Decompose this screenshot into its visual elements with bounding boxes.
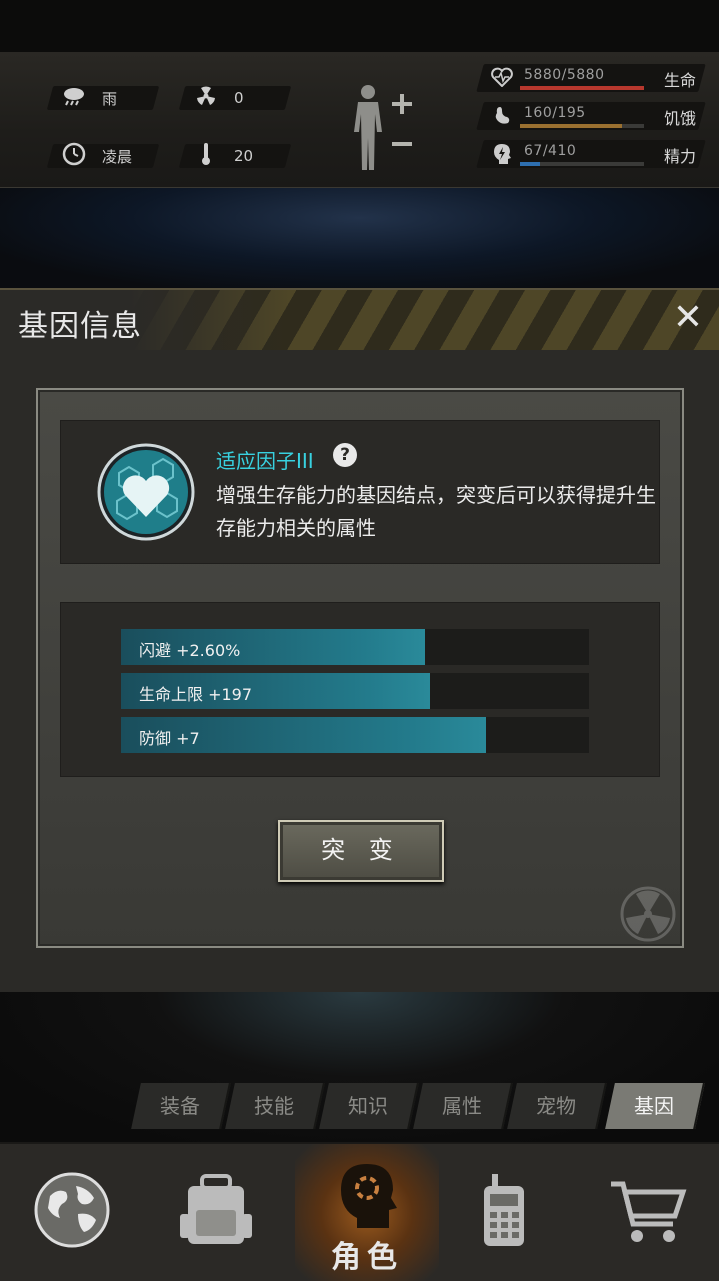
gene-info-dialog: 基因信息 ✕ 适应因子III ? 增强生存能力的基因结点，突变后可以获得提升生存… [0, 288, 719, 993]
hunger-value: 160/195 [524, 105, 586, 121]
tab-label: 属性 [442, 1094, 482, 1118]
attribute-label: 生命上限 +197 [139, 685, 253, 704]
bottom-nav: 角色 [0, 1142, 719, 1281]
tab-skills[interactable]: 技能 [225, 1083, 325, 1129]
scene-background [0, 188, 719, 288]
radiation-icon [192, 85, 220, 112]
dialog-header: 基因信息 ✕ [0, 290, 719, 350]
energy-label: 精力 [663, 147, 696, 166]
walkie-talkie-icon [464, 1170, 544, 1250]
attribute-bar-max-hp: 生命上限 +197 [121, 673, 589, 709]
attribute-bar-dodge: 闪避 +2.60% [121, 629, 589, 665]
mutate-button[interactable]: 突 变 [278, 820, 444, 882]
temperature-chip: 20 [178, 142, 292, 171]
energy-head-icon [490, 143, 514, 165]
nav-shop[interactable] [575, 1144, 719, 1281]
tab-label: 技能 [254, 1094, 294, 1118]
thermometer-icon [192, 142, 220, 171]
stat-energy: 67/410 精力 [476, 140, 706, 168]
tab-knowledge[interactable]: 知识 [319, 1083, 419, 1129]
dialog-title: 基因信息 [18, 309, 142, 344]
tab-equipment[interactable]: 装备 [131, 1083, 231, 1129]
help-icon[interactable]: ? [333, 443, 357, 467]
status-bar: 雨 0 凌晨 20 5880/5880 生命 160/195 饥饿 67/410… [0, 52, 719, 188]
nav-character[interactable]: 角色 [295, 1144, 439, 1281]
character-tabs: 装备 技能 知识 属性 宠物 基因 [130, 1083, 710, 1129]
nav-character-label: 角色 [331, 1240, 403, 1275]
energy-bar [520, 162, 644, 166]
nav-backpack[interactable] [144, 1144, 288, 1281]
radiation-value: 0 [234, 89, 244, 107]
tab-label: 装备 [160, 1094, 200, 1118]
gene-name: 适应因子III [216, 449, 314, 473]
tab-label: 基因 [634, 1094, 674, 1118]
nav-radio[interactable] [432, 1144, 576, 1281]
globe-icon [32, 1170, 112, 1250]
time-chip: 凌晨 [46, 142, 160, 171]
close-icon[interactable]: ✕ [671, 300, 705, 336]
shopping-cart-icon [607, 1170, 687, 1250]
temperature-value: 20 [234, 147, 254, 165]
hunger-bar [520, 124, 644, 128]
energy-value: 67/410 [524, 143, 577, 159]
gene-description: 增强生存能力的基因结点，突变后可以获得提升生存能力相关的属性 [216, 483, 656, 540]
gene-panel: 适应因子III ? 增强生存能力的基因结点，突变后可以获得提升生存能力相关的属性… [36, 388, 684, 948]
tab-label: 知识 [348, 1094, 388, 1118]
attribute-label: 防御 +7 [139, 729, 200, 748]
health-bar [520, 86, 644, 90]
radiation-watermark-icon [620, 886, 676, 942]
attribute-list: 闪避 +2.60% 生命上限 +197 防御 +7 [60, 602, 660, 777]
character-head-icon [327, 1158, 407, 1238]
weather-label: 雨 [102, 89, 118, 108]
body-status-figure[interactable] [348, 82, 428, 172]
tab-label: 宠物 [536, 1094, 576, 1118]
health-label: 生命 [663, 71, 696, 90]
tab-genes[interactable]: 基因 [605, 1083, 705, 1129]
tab-pets[interactable]: 宠物 [507, 1083, 607, 1129]
attribute-bar-defense: 防御 +7 [121, 717, 589, 753]
radiation-chip: 0 [178, 85, 292, 112]
heart-icon [490, 67, 514, 89]
attribute-label: 闪避 +2.60% [139, 641, 241, 660]
backpack-icon [176, 1170, 256, 1250]
rain-cloud-icon [60, 86, 88, 111]
nav-world[interactable] [0, 1144, 144, 1281]
heart-hex-gene-icon [97, 443, 195, 541]
stomach-icon [490, 105, 514, 127]
human-figure-icon [354, 85, 412, 170]
gene-info-box: 适应因子III ? 增强生存能力的基因结点，突变后可以获得提升生存能力相关的属性 [60, 420, 660, 564]
stat-health: 5880/5880 生命 [476, 64, 706, 92]
hunger-label: 饥饿 [663, 109, 696, 128]
tab-attributes[interactable]: 属性 [413, 1083, 513, 1129]
stat-hunger: 160/195 饥饿 [476, 102, 706, 130]
clock-icon [60, 142, 88, 171]
time-label: 凌晨 [102, 147, 133, 166]
health-value: 5880/5880 [524, 67, 605, 83]
weather-chip: 雨 [46, 86, 160, 111]
